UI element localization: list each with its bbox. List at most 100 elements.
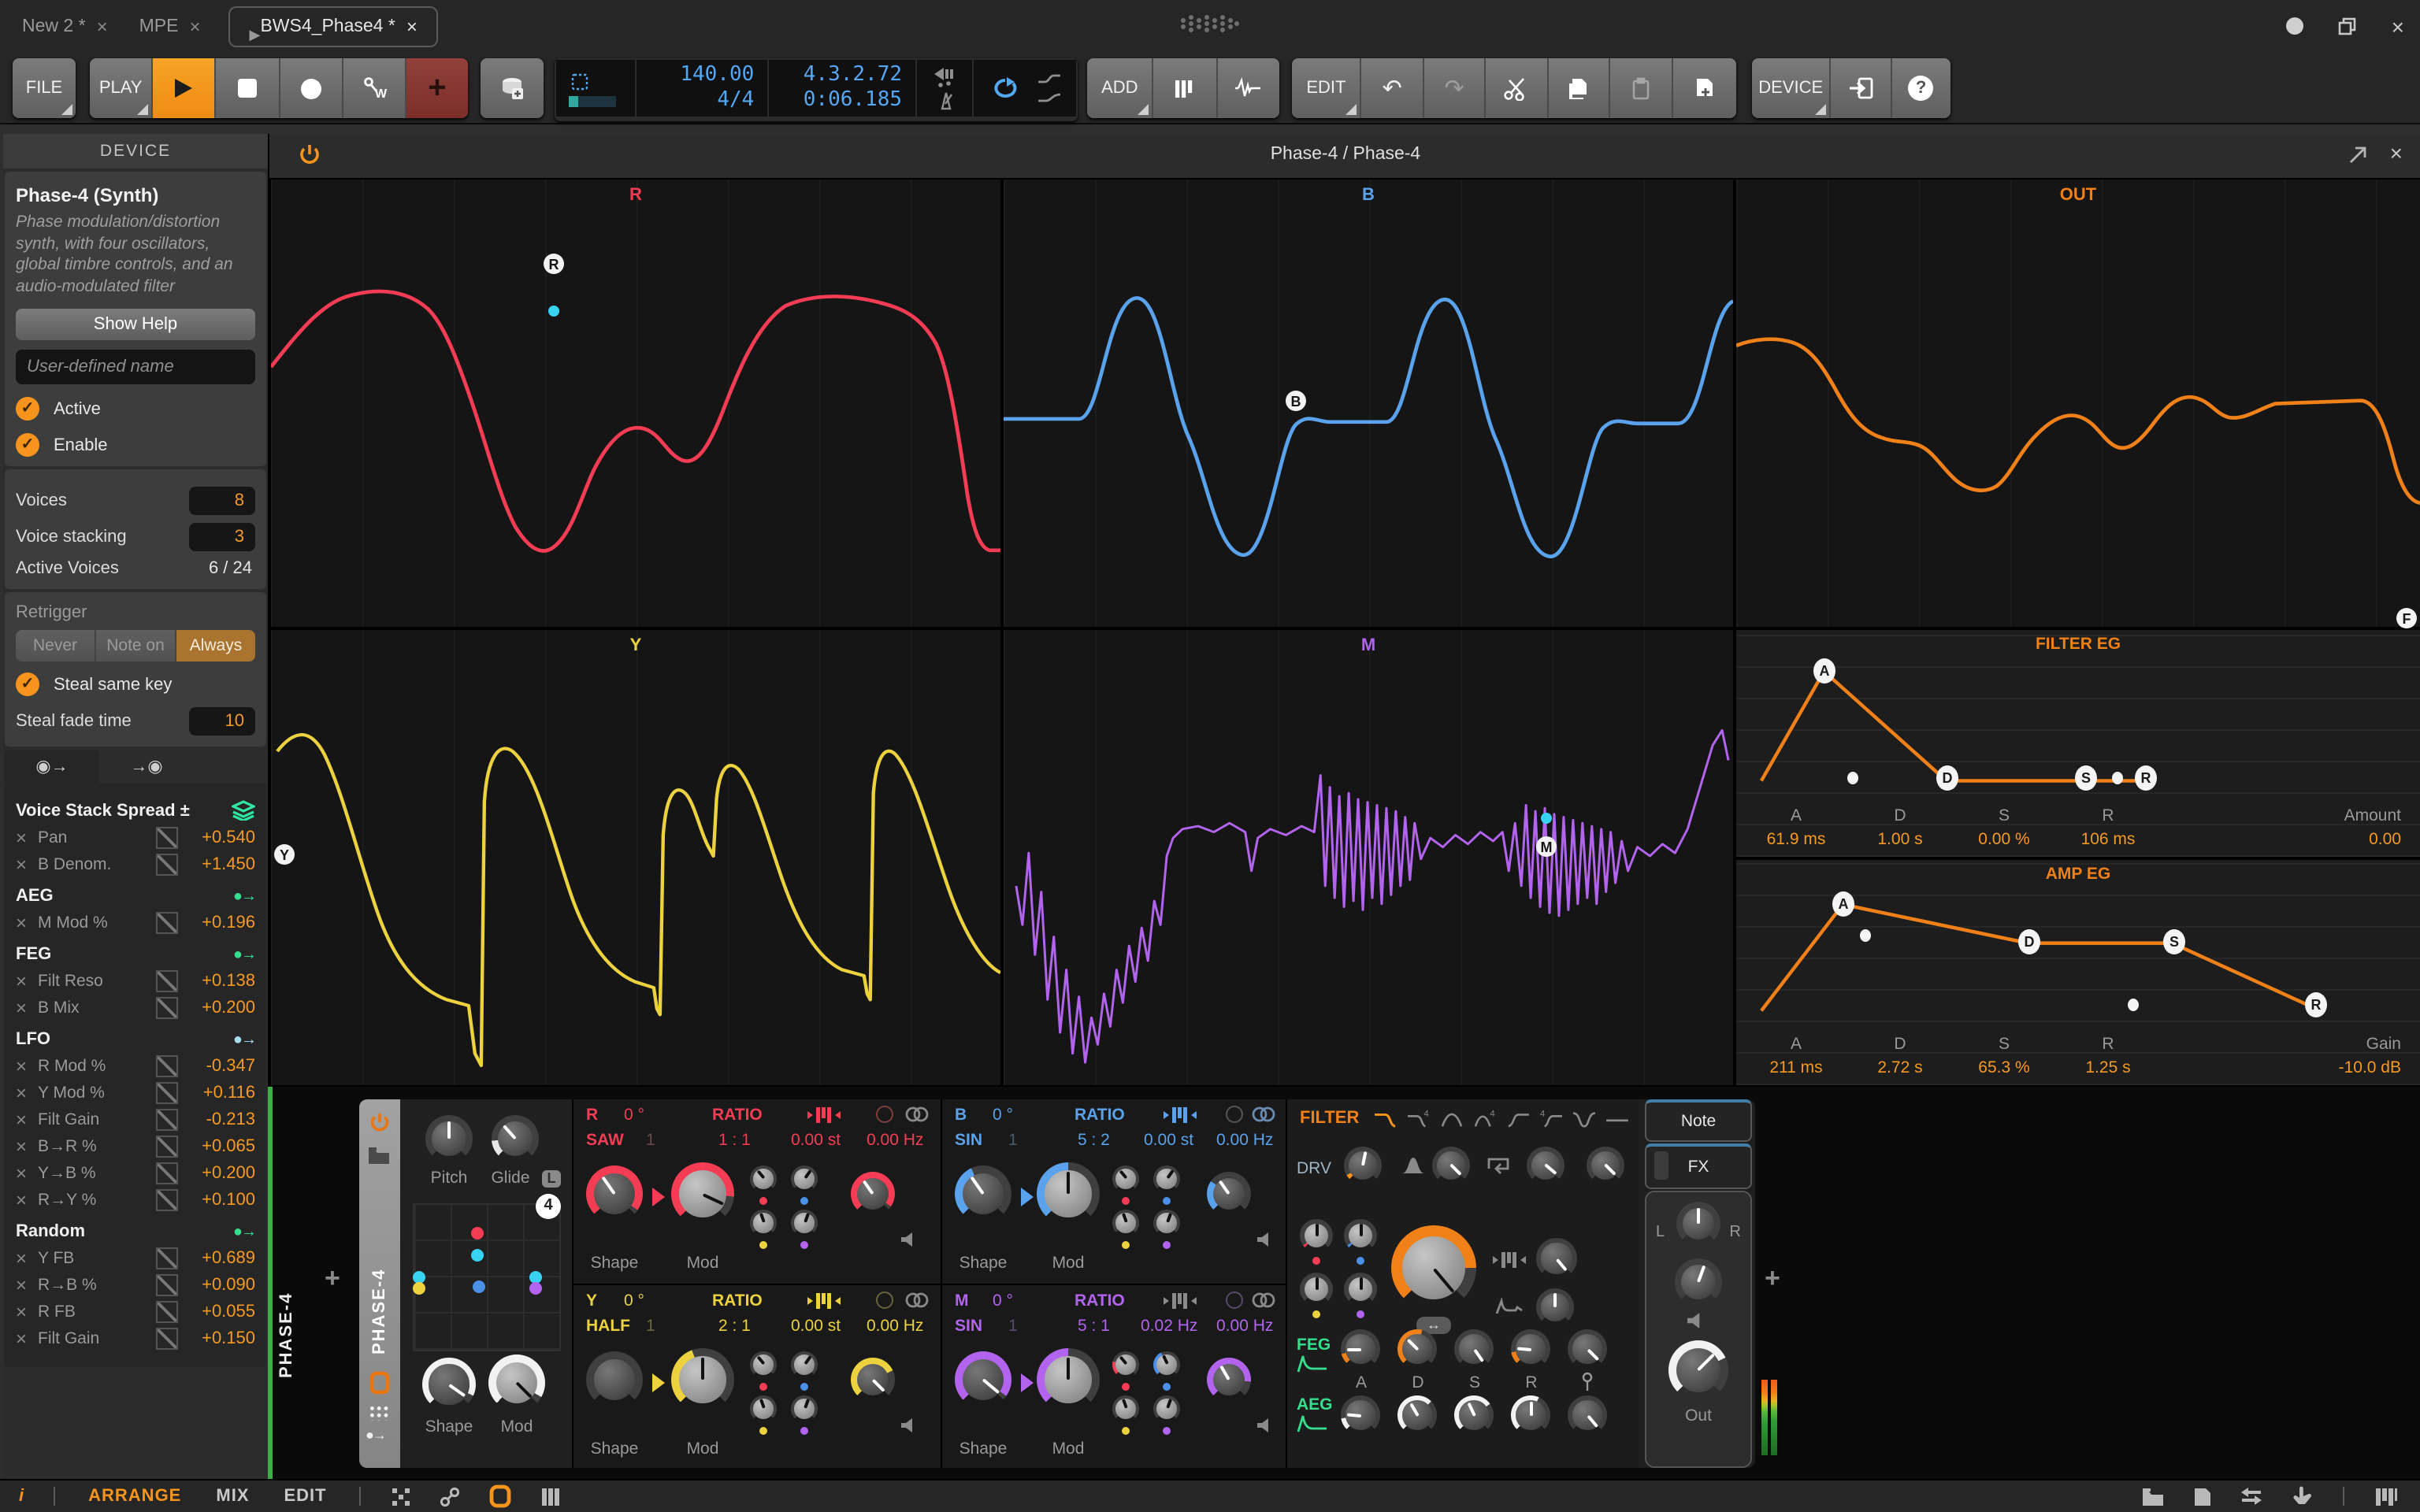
mod-depth-knob[interactable] xyxy=(1112,1351,1139,1378)
filter-lp-icon[interactable] xyxy=(1372,1109,1399,1129)
drive-knob[interactable] xyxy=(1344,1147,1382,1184)
feg-decay-value[interactable]: 1.00 s xyxy=(1859,830,1941,849)
eg-attack-node[interactable]: A xyxy=(1832,891,1854,917)
osc-mod-knob[interactable] xyxy=(1037,1162,1100,1225)
enable-checkbox[interactable]: ✓Enable xyxy=(16,433,255,457)
osc-offset-value[interactable]: 0.00 st xyxy=(791,1317,841,1336)
filter-bp4-icon[interactable]: 4 xyxy=(1472,1109,1498,1129)
mod-row[interactable]: ×R FB+0.055 xyxy=(16,1301,255,1323)
global-mod-knob[interactable] xyxy=(488,1354,545,1411)
filter-hp4-icon[interactable]: 4 xyxy=(1538,1109,1564,1129)
info-icon[interactable]: i xyxy=(19,1487,24,1506)
retrigger-never-button[interactable]: Never xyxy=(16,630,96,662)
play-menu-button[interactable]: PLAY xyxy=(90,58,153,118)
osc-wave-select[interactable]: SAW xyxy=(586,1131,624,1150)
osc-offset-value[interactable]: 0.02 Hz xyxy=(1141,1317,1197,1336)
mod-depth-knob[interactable] xyxy=(1112,1395,1139,1422)
eg-attack-node[interactable]: A xyxy=(1813,658,1835,684)
position-display[interactable]: 4.3.2.72 0:06.185 xyxy=(768,60,915,117)
osc-mod-knob[interactable] xyxy=(671,1162,734,1225)
remove-mod-icon[interactable]: × xyxy=(16,1055,38,1077)
osc-shape-knob[interactable] xyxy=(586,1351,643,1408)
voices-value-field[interactable]: 8 xyxy=(189,487,255,515)
device-header-strip[interactable]: PHASE-4 ●→ xyxy=(359,1099,400,1468)
keytrack-icon[interactable] xyxy=(1163,1106,1197,1125)
voice-stacking-value-field[interactable]: 3 xyxy=(189,523,255,551)
osc-count-badge[interactable]: 4 xyxy=(536,1194,561,1219)
device-menu-button[interactable]: DEVICE xyxy=(1752,58,1831,118)
view-edit[interactable]: EDIT xyxy=(284,1487,327,1506)
remote-controls-icon[interactable] xyxy=(369,1405,389,1421)
osc-ratio-value[interactable]: 5 : 2 xyxy=(1078,1131,1110,1150)
remove-mod-icon[interactable]: × xyxy=(16,912,38,934)
pitch-knob[interactable] xyxy=(425,1115,473,1162)
mod-row[interactable]: ×Filt Gain+0.150 xyxy=(16,1328,255,1350)
device-name-input[interactable] xyxy=(16,350,255,384)
add-device-button[interactable]: + xyxy=(325,1263,340,1295)
save-to-library-button[interactable] xyxy=(481,58,544,118)
mod-depth-knob[interactable] xyxy=(1153,1351,1180,1378)
remove-mod-icon[interactable]: × xyxy=(16,1136,38,1158)
remove-mod-icon[interactable]: × xyxy=(16,1328,38,1350)
stop-button[interactable] xyxy=(217,58,280,118)
mod-depth-knob[interactable] xyxy=(750,1351,777,1378)
osc-level-knob[interactable] xyxy=(851,1172,895,1216)
mod-depth-knob[interactable] xyxy=(791,1166,818,1192)
keytrack-icon[interactable] xyxy=(807,1106,841,1125)
track-name-vertical[interactable]: PHASE-4 xyxy=(277,1205,296,1378)
remove-mod-icon[interactable]: × xyxy=(16,1189,38,1211)
pan-knob[interactable] xyxy=(1676,1202,1720,1246)
mod-depth-knob[interactable] xyxy=(750,1210,777,1236)
paste-button[interactable] xyxy=(1610,58,1672,118)
curve-icon[interactable] xyxy=(156,997,178,1019)
loop-toggle-icon[interactable] xyxy=(989,76,1020,101)
curve-icon[interactable] xyxy=(156,912,178,934)
filter-mod-knob[interactable] xyxy=(1344,1273,1377,1306)
fx-tab[interactable]: FX xyxy=(1645,1143,1752,1189)
mod-row[interactable]: ×R→Y %+0.100 xyxy=(16,1189,255,1211)
phase-lock-icon[interactable] xyxy=(876,1106,893,1123)
file-menu-button[interactable]: FILE xyxy=(13,58,76,118)
aeg-vel-knob[interactable] xyxy=(1568,1395,1607,1435)
feg-release-value[interactable]: 106 ms xyxy=(2067,830,2149,849)
preset-browser-icon[interactable] xyxy=(367,1147,391,1166)
unison-icon[interactable] xyxy=(904,1292,930,1309)
snap-settings-icon[interactable] xyxy=(392,1486,412,1506)
filter-mod-knob[interactable] xyxy=(1300,1219,1333,1252)
remove-mod-icon[interactable]: × xyxy=(16,827,38,849)
active-checkbox[interactable]: ✓Active xyxy=(16,397,255,421)
aeg-attack-knob[interactable] xyxy=(1341,1395,1380,1435)
filter-bp-icon[interactable] xyxy=(1438,1109,1465,1129)
show-help-button[interactable]: Show Help xyxy=(16,309,255,340)
remove-mod-icon[interactable]: × xyxy=(16,1082,38,1104)
mod-depth-knob[interactable] xyxy=(791,1351,818,1378)
filter-cutoff-knob[interactable] xyxy=(1391,1225,1476,1310)
add-instrument-track-icon[interactable] xyxy=(1154,58,1218,118)
out-level-knob[interactable] xyxy=(1668,1340,1728,1400)
curve-icon[interactable] xyxy=(156,854,178,876)
eg-decay-node[interactable]: D xyxy=(1936,765,1958,791)
device-power-icon[interactable] xyxy=(369,1112,391,1134)
virtual-keyboard-icon[interactable] xyxy=(2374,1486,2398,1506)
curve-icon[interactable] xyxy=(156,1274,178,1296)
filter-notch-icon[interactable] xyxy=(1571,1109,1598,1129)
curve-icon[interactable] xyxy=(156,827,178,849)
mod-depth-knob[interactable] xyxy=(750,1166,777,1192)
eg-sustain-node[interactable]: S xyxy=(2163,929,2185,954)
remove-mod-icon[interactable]: × xyxy=(16,970,38,992)
osc-wave-select[interactable]: SIN xyxy=(955,1131,982,1150)
mod-row[interactable]: ×R Mod %-0.347 xyxy=(16,1055,255,1077)
osc-phase-value[interactable]: 0 ° xyxy=(993,1106,1013,1125)
add-device-after-button[interactable]: + xyxy=(1765,1263,1780,1295)
filter-off-icon[interactable] xyxy=(1604,1109,1631,1129)
mod-row[interactable]: ×B Mix+0.200 xyxy=(16,997,255,1019)
mod-depth-knob[interactable] xyxy=(1112,1210,1139,1236)
close-tab-icon[interactable]: × xyxy=(406,15,418,37)
feg-sustain-knob[interactable] xyxy=(1454,1329,1494,1369)
osc-b-node-badge[interactable]: B xyxy=(1286,391,1306,411)
eg-release-node[interactable]: R xyxy=(2135,765,2157,791)
overdub-toggle-button[interactable]: + xyxy=(406,58,468,118)
feg-sustain-value[interactable]: 0.00 % xyxy=(1963,830,2045,849)
toggle-device-panel-icon[interactable] xyxy=(1831,58,1891,118)
glide-legato-badge[interactable]: L xyxy=(542,1170,561,1188)
